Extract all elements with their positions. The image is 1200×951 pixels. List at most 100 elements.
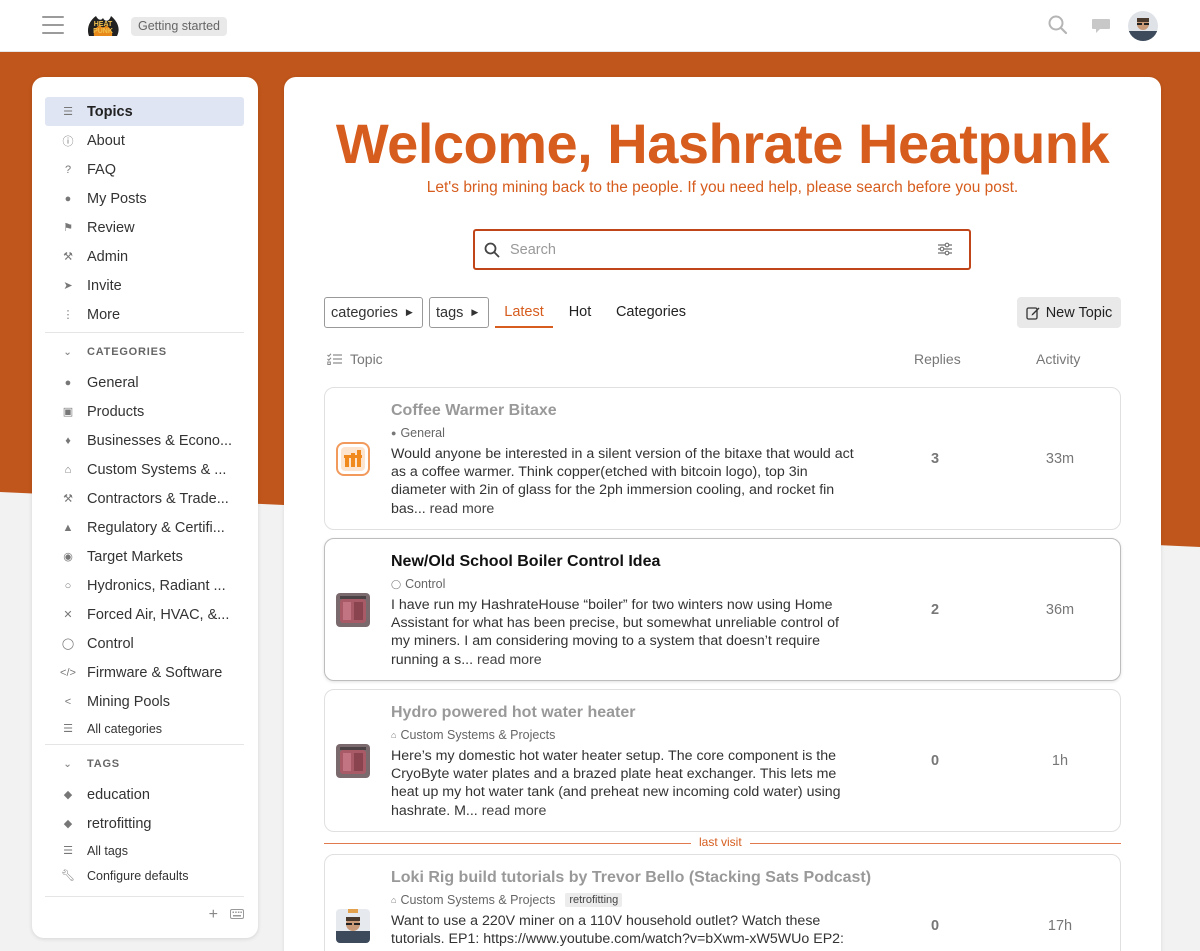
topic-category[interactable]: ◯ Control bbox=[391, 577, 445, 591]
chat-icon[interactable] bbox=[1090, 14, 1112, 36]
topic-tag[interactable]: retrofitting bbox=[565, 893, 623, 907]
user-avatar[interactable] bbox=[1128, 11, 1158, 41]
topic-replies[interactable]: 2 bbox=[917, 602, 953, 618]
sidebar-item-faq[interactable]: ? FAQ bbox=[45, 155, 244, 184]
sidebar-tag-retrofitting[interactable]: ◆ retrofitting bbox=[45, 809, 244, 838]
sidebar-category-mining-pools[interactable]: < Mining Pools bbox=[45, 687, 244, 716]
sidebar-item-review[interactable]: ⚑ Review bbox=[45, 213, 244, 242]
topic-avatar[interactable] bbox=[336, 909, 370, 943]
topic-row[interactable]: Loki Rig build tutorials by Trevor Bello… bbox=[324, 854, 1121, 951]
new-topic-button[interactable]: New Topic bbox=[1017, 297, 1121, 328]
sidebar-item-label: Admin bbox=[87, 248, 129, 265]
sidebar-item-invite[interactable]: ➤ Invite bbox=[45, 271, 244, 300]
search-input[interactable] bbox=[510, 241, 930, 258]
sidebar-item-label: Invite bbox=[87, 277, 122, 294]
sidebar-configure-defaults[interactable]: 🔧︎ Configure defaults bbox=[45, 863, 244, 888]
tab-hot[interactable]: Hot bbox=[564, 297, 596, 328]
info-icon: ⓘ bbox=[62, 135, 74, 148]
plus-icon[interactable]: + bbox=[209, 906, 218, 924]
tab-categories[interactable]: Categories bbox=[612, 297, 690, 328]
stamp-icon: ▲ bbox=[62, 521, 74, 534]
sidebar-item-label: Review bbox=[87, 219, 135, 236]
topic-row[interactable]: New/Old School Boiler Control Idea ◯ Con… bbox=[324, 538, 1121, 681]
column-topic[interactable]: Topic bbox=[327, 351, 383, 367]
sidebar-category-custom-systems[interactable]: ⌂ Custom Systems & ... bbox=[45, 455, 244, 484]
sidebar-category-control[interactable]: ◯ Control bbox=[45, 629, 244, 658]
topic-row[interactable]: Coffee Warmer Bitaxe ● General Would any… bbox=[324, 387, 1121, 530]
topic-avatar[interactable] bbox=[336, 593, 370, 627]
search-filters-icon[interactable] bbox=[937, 242, 953, 261]
sidebar-item-my-posts[interactable]: ● My Posts bbox=[45, 184, 244, 213]
sidebar-category-firmware-software[interactable]: </> Firmware & Software bbox=[45, 658, 244, 687]
chevron-down-icon: ⌄ bbox=[63, 758, 73, 770]
topic-category[interactable]: ● General bbox=[391, 426, 445, 440]
sidebar-tag-education[interactable]: ◆ education bbox=[45, 780, 244, 809]
topic-replies[interactable]: 0 bbox=[917, 753, 953, 769]
topic-title[interactable]: New/Old School Boiler Control Idea bbox=[391, 553, 660, 571]
sidebar-category-regulatory-certifi[interactable]: ▲ Regulatory & Certifi... bbox=[45, 513, 244, 542]
read-more-link[interactable]: read more bbox=[477, 652, 542, 668]
sidebar-divider bbox=[45, 896, 244, 897]
tags-dropdown[interactable]: tags ▶ bbox=[429, 297, 489, 328]
sidebar-category-forced-air-hvac[interactable]: ✕ Forced Air, HVAC, &... bbox=[45, 600, 244, 629]
svg-text:HEAT: HEAT bbox=[94, 21, 113, 28]
flag-icon: ⚑ bbox=[63, 222, 73, 234]
sidebar-all-tags[interactable]: ☰ All tags bbox=[45, 838, 244, 863]
topic-title[interactable]: Hydro powered hot water heater bbox=[391, 704, 636, 722]
topic-activity[interactable]: 17h bbox=[1025, 918, 1095, 934]
topic-activity[interactable]: 1h bbox=[1025, 753, 1095, 769]
sidebar-category-businesses-econo[interactable]: ♦ Businesses & Econo... bbox=[45, 426, 244, 455]
categories-dropdown[interactable]: categories ▶ bbox=[324, 297, 423, 328]
topic-replies[interactable]: 3 bbox=[917, 451, 953, 467]
list-icon: ☰ bbox=[63, 845, 73, 857]
sidebar-item-about[interactable]: ⓘ About bbox=[45, 126, 244, 155]
topic-activity[interactable]: 33m bbox=[1025, 451, 1095, 467]
topic-title[interactable]: Loki Rig build tutorials by Trevor Bello… bbox=[391, 869, 871, 887]
sidebar-category-contractors-trade[interactable]: ⚒ Contractors & Trade... bbox=[45, 484, 244, 513]
topic-replies[interactable]: 0 bbox=[917, 918, 953, 934]
sidebar-item-label: FAQ bbox=[87, 161, 117, 178]
topic-avatar[interactable] bbox=[336, 744, 370, 778]
search-icon[interactable] bbox=[1047, 14, 1069, 36]
sidebar-category-hydronics-radiant[interactable]: ○ Hydronics, Radiant ... bbox=[45, 571, 244, 600]
tab-latest[interactable]: Latest bbox=[495, 297, 553, 328]
topic-avatar[interactable] bbox=[336, 442, 370, 476]
read-more-link[interactable]: read more bbox=[482, 803, 547, 819]
user-icon: ● bbox=[64, 192, 72, 205]
topic-activity[interactable]: 36m bbox=[1025, 602, 1095, 618]
sidebar-category-general[interactable]: ● General bbox=[45, 368, 244, 397]
sidebar-all-categories[interactable]: ☰ All categories bbox=[45, 716, 244, 741]
share-icon: < bbox=[64, 695, 72, 708]
keyboard-icon[interactable] bbox=[230, 906, 244, 924]
topic-excerpt: Want to use a 220V miner on a 110V house… bbox=[391, 913, 844, 948]
topic-excerpt: Here’s my domestic hot water heater setu… bbox=[391, 748, 841, 819]
read-more-link[interactable]: read more bbox=[430, 501, 495, 517]
tags-section-toggle[interactable]: ⌄ TAGS bbox=[45, 748, 244, 780]
topic-category[interactable]: ⌂ Custom Systems & Projects bbox=[391, 728, 555, 742]
sidebar-item-admin[interactable]: ⚒ Admin bbox=[45, 242, 244, 271]
breadcrumb[interactable]: Getting started bbox=[131, 17, 227, 36]
topic-category[interactable]: ⌂ Custom Systems & Projects retrofitting bbox=[391, 893, 623, 907]
column-activity[interactable]: Activity bbox=[1036, 351, 1080, 367]
sidebar-item-label: Custom Systems & ... bbox=[87, 461, 227, 478]
topic-excerpt: Would anyone be interested in a silent v… bbox=[391, 446, 854, 517]
edit-icon bbox=[1026, 306, 1040, 320]
categories-section-toggle[interactable]: ⌄ CATEGORIES bbox=[45, 336, 244, 368]
topic-title[interactable]: Coffee Warmer Bitaxe bbox=[391, 402, 557, 420]
topics-icon: ☰ bbox=[63, 106, 73, 118]
sidebar-item-more[interactable]: ⋮ More bbox=[45, 300, 244, 329]
sidebar-item-label: Contractors & Trade... bbox=[87, 490, 229, 507]
sidebar-item-label: Target Markets bbox=[87, 548, 183, 565]
wrench-icon: ⚒ bbox=[63, 493, 73, 505]
welcome-title: Welcome, Hashrate Heatpunk bbox=[335, 112, 1110, 175]
site-logo[interactable]: HEAT PUNK bbox=[86, 12, 120, 38]
topic-row[interactable]: Hydro powered hot water heater ⌂ Custom … bbox=[324, 689, 1121, 832]
sidebar-category-target-markets[interactable]: ◉ Target Markets bbox=[45, 542, 244, 571]
comment-icon: ● bbox=[391, 428, 397, 438]
sidebar-category-products[interactable]: ▣ Products bbox=[45, 397, 244, 426]
bulk-select-icon[interactable] bbox=[327, 353, 342, 365]
hamburger-icon[interactable] bbox=[42, 16, 64, 34]
column-replies[interactable]: Replies bbox=[914, 351, 961, 367]
sidebar-item-label: Topics bbox=[87, 103, 133, 120]
sidebar-item-topics[interactable]: ☰ Topics bbox=[45, 97, 244, 126]
